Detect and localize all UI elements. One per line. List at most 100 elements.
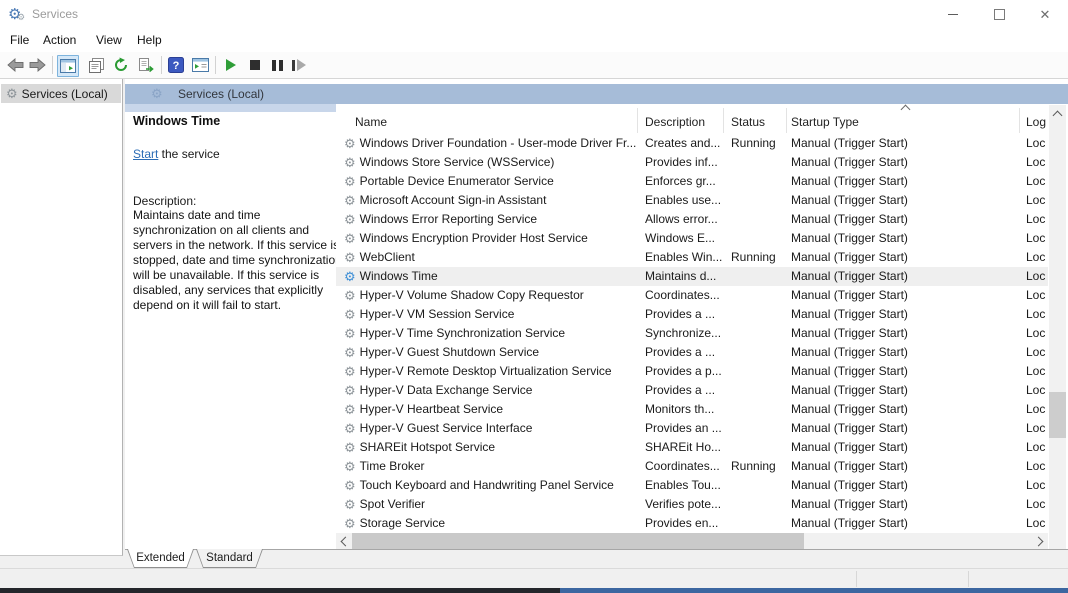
column-header-log-on-as[interactable]: Log	[1020, 108, 1048, 133]
service-description-cell: Enables Tou...	[638, 476, 724, 495]
pause-icon	[272, 60, 283, 71]
service-description-cell: Allows error...	[638, 210, 724, 229]
service-name-cell: ⚙ Windows Encryption Provider Host Servi…	[336, 229, 638, 248]
service-description-cell: Provides a ...	[638, 305, 724, 324]
service-name: Time Broker	[360, 457, 425, 476]
service-row[interactable]: ⚙ Hyper-V Time Synchronization Service S…	[336, 324, 1048, 343]
service-row[interactable]: ⚙ WebClient Enables Win... Running Manua…	[336, 248, 1048, 267]
horizontal-scrollbar-thumb[interactable]	[352, 533, 804, 549]
service-name-cell: ⚙ Hyper-V Guest Service Interface	[336, 419, 638, 438]
menu-help[interactable]: Help	[137, 33, 162, 47]
service-status-cell: Running	[724, 457, 787, 476]
service-name: Windows Error Reporting Service	[360, 210, 537, 229]
service-gear-icon: ⚙	[344, 213, 356, 226]
service-description-cell: Provides a p...	[638, 362, 724, 381]
menu-view[interactable]: View	[96, 33, 122, 47]
service-startup-type-cell: Manual (Trigger Start)	[787, 343, 1020, 362]
minimize-icon	[948, 14, 958, 15]
list-header: Name Description Status Startup Type Log	[336, 104, 1048, 133]
scroll-right-button[interactable]	[1032, 533, 1048, 549]
menu-file[interactable]: File	[10, 33, 29, 47]
tab-standard[interactable]: Standard	[196, 549, 263, 568]
service-row[interactable]: ⚙ Hyper-V Heartbeat Service Monitors th.…	[336, 400, 1048, 419]
service-row[interactable]: ⚙ Hyper-V Volume Shadow Copy Requestor C…	[336, 286, 1048, 305]
service-row[interactable]: ⚙ Hyper-V Remote Desktop Virtualization …	[336, 362, 1048, 381]
service-row[interactable]: ⚙ SHAREit Hotspot Service SHAREit Ho... …	[336, 438, 1048, 457]
main-area: ⚙ Services (Local) ⚙ Services (Local) Wi…	[0, 79, 1068, 568]
service-gear-icon: ⚙	[344, 232, 356, 245]
service-startup-type-cell: Manual (Trigger Start)	[787, 362, 1020, 381]
toolbar-separator	[52, 56, 53, 74]
back-button[interactable]	[5, 55, 25, 75]
help-button[interactable]: ?	[166, 55, 186, 75]
service-row[interactable]: ⚙ Storage Service Provides en... Manual …	[336, 514, 1048, 533]
tab-extended[interactable]: Extended	[127, 549, 194, 568]
service-row[interactable]: ⚙ Touch Keyboard and Handwriting Panel S…	[336, 476, 1048, 495]
status-bar	[0, 568, 1068, 588]
service-status-cell	[724, 438, 787, 457]
service-row[interactable]: ⚙ Microsoft Account Sign-in Assistant En…	[336, 191, 1048, 210]
show-console-tree-button[interactable]	[57, 55, 79, 77]
service-action-text: the service	[158, 147, 219, 161]
service-gear-icon: ⚙	[344, 289, 356, 302]
service-row[interactable]: ⚙ Windows Driver Foundation - User-mode …	[336, 134, 1048, 153]
service-name: Storage Service	[360, 514, 445, 533]
service-row[interactable]: ⚙ Hyper-V Guest Service Interface Provid…	[336, 419, 1048, 438]
refresh-button[interactable]	[111, 55, 131, 75]
service-startup-type-cell: Manual (Trigger Start)	[787, 400, 1020, 419]
start-service-link[interactable]: Start	[133, 147, 158, 161]
menu-bar: File Action View Help	[0, 28, 1068, 52]
services-window: ⚙ ⚙ Services ✕ File Action View Help	[0, 0, 1068, 593]
service-description-cell: Synchronize...	[638, 324, 724, 343]
properties-button[interactable]	[86, 55, 106, 75]
service-status-cell	[724, 229, 787, 248]
service-name-cell: ⚙ Hyper-V Heartbeat Service	[336, 400, 638, 419]
service-startup-type-cell: Manual (Trigger Start)	[787, 419, 1020, 438]
close-button[interactable]: ✕	[1022, 0, 1068, 28]
service-row[interactable]: ⚙ Spot Verifier Verifies pote... Manual …	[336, 495, 1048, 514]
service-name: Hyper-V Heartbeat Service	[360, 400, 503, 419]
export-list-button[interactable]	[136, 55, 156, 75]
service-row[interactable]: ⚙ Hyper-V Guest Shutdown Service Provide…	[336, 343, 1048, 362]
scroll-up-button[interactable]	[1049, 105, 1066, 122]
service-name: Hyper-V Volume Shadow Copy Requestor	[360, 286, 584, 305]
vertical-scrollbar[interactable]	[1049, 105, 1066, 593]
back-icon	[7, 58, 24, 72]
service-description-cell: Windows E...	[638, 229, 724, 248]
service-row[interactable]: ⚙ Windows Encryption Provider Host Servi…	[336, 229, 1048, 248]
menu-action[interactable]: Action	[43, 33, 76, 47]
service-name: Windows Store Service (WSService)	[360, 153, 555, 172]
stop-service-button[interactable]	[245, 55, 265, 75]
restart-service-button[interactable]	[289, 55, 309, 75]
status-bar-separator	[856, 571, 857, 587]
vertical-scrollbar-thumb[interactable]	[1049, 392, 1066, 438]
service-row[interactable]: ⚙ Hyper-V Data Exchange Service Provides…	[336, 381, 1048, 400]
pause-service-button[interactable]	[267, 55, 287, 75]
maximize-button[interactable]	[976, 0, 1022, 28]
service-name-cell: ⚙ Hyper-V Volume Shadow Copy Requestor	[336, 286, 638, 305]
column-header-description[interactable]: Description	[638, 108, 724, 133]
service-status-cell	[724, 153, 787, 172]
window-title: Services	[32, 7, 78, 21]
forward-button[interactable]	[27, 55, 47, 75]
scroll-left-button[interactable]	[336, 533, 352, 549]
start-service-button[interactable]	[221, 55, 241, 75]
minimize-button[interactable]	[930, 0, 976, 28]
service-row[interactable]: ⚙ Portable Device Enumerator Service Enf…	[336, 172, 1048, 191]
service-row[interactable]: ⚙ Windows Error Reporting Service Allows…	[336, 210, 1048, 229]
service-row[interactable]: ⚙ Time Broker Coordinates... Running Man…	[336, 457, 1048, 476]
help-icon: ?	[168, 57, 184, 73]
service-row[interactable]: ⚙ Hyper-V VM Session Service Provides a …	[336, 305, 1048, 324]
selected-service-title: Windows Time	[133, 114, 220, 128]
service-name-cell: ⚙ Touch Keyboard and Handwriting Panel S…	[336, 476, 638, 495]
column-header-status[interactable]: Status	[724, 108, 787, 133]
horizontal-scrollbar[interactable]	[336, 533, 1048, 549]
service-row[interactable]: ⚙ Windows Store Service (WSService) Prov…	[336, 153, 1048, 172]
column-header-name[interactable]: Name	[336, 108, 638, 133]
service-row[interactable]: ⚙ Windows Time Maintains d... Manual (Tr…	[336, 267, 1048, 286]
chevron-up-icon	[1053, 110, 1063, 120]
banner-title: Services (Local)	[178, 87, 264, 101]
tree-item-services-local[interactable]: ⚙ Services (Local)	[1, 84, 121, 103]
show-action-pane-button[interactable]	[190, 55, 210, 75]
service-log-on-as-cell: Loc	[1020, 324, 1048, 343]
